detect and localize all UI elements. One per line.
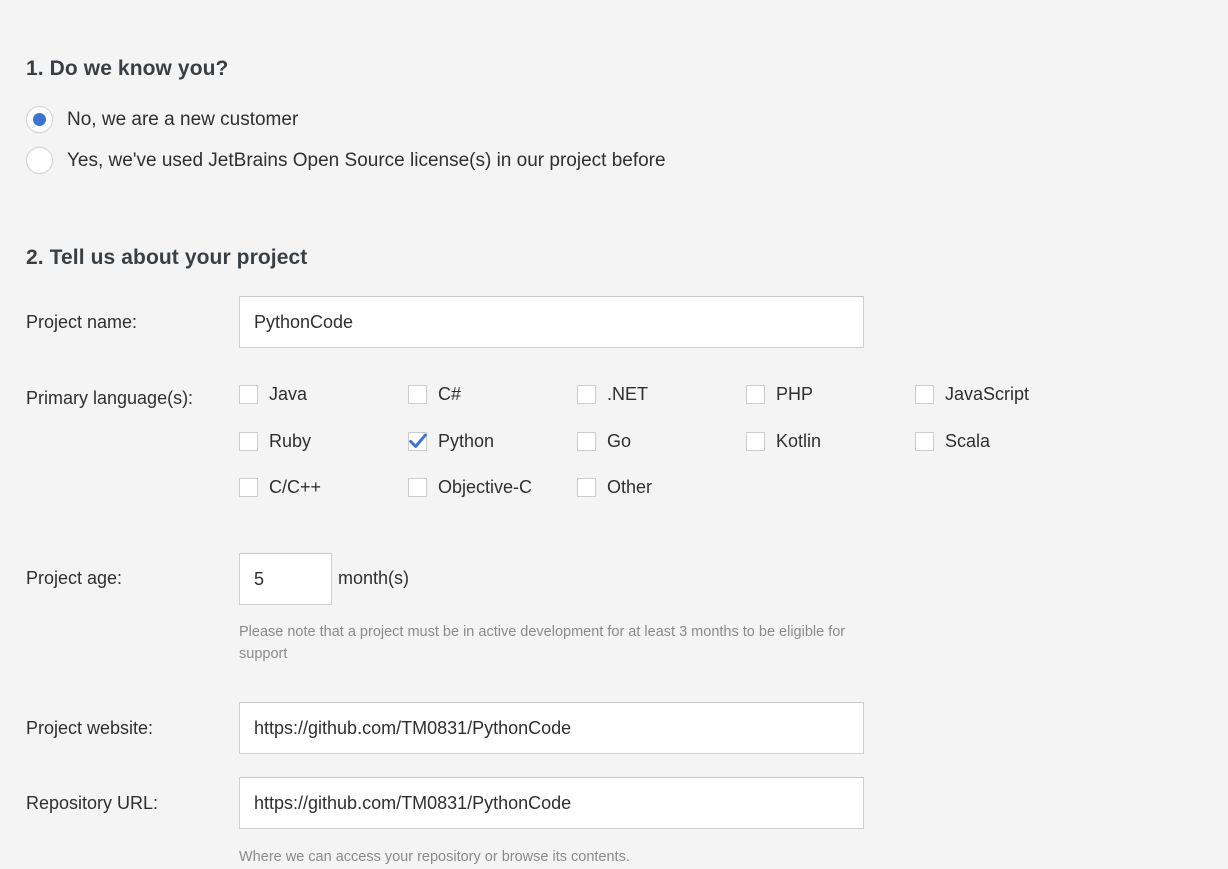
checkbox-indicator[interactable] xyxy=(746,385,765,404)
checkbox-c[interactable]: C# xyxy=(408,384,461,405)
checkbox-label: Scala xyxy=(945,431,991,451)
checkbox-indicator[interactable] xyxy=(746,432,765,451)
radio-indicator[interactable] xyxy=(26,106,53,133)
checkbox-label: Java xyxy=(269,384,308,404)
project-age-unit-label: month(s) xyxy=(338,568,410,588)
checkbox-javascript[interactable]: JavaScript xyxy=(915,384,1029,405)
checkmark-icon[interactable] xyxy=(408,432,427,451)
radio-option-label: Yes, we've used JetBrains Open Source li… xyxy=(67,149,666,171)
license-request-form: 1. Do we know you? No, we are a new cust… xyxy=(0,0,1228,869)
project-age-hint: Please note that a project must be in ac… xyxy=(239,624,846,662)
checkbox-objective-c[interactable]: Objective-C xyxy=(408,477,532,498)
checkbox-indicator[interactable] xyxy=(239,478,258,497)
section-heading-project: 2. Tell us about your project xyxy=(26,246,308,269)
label-primary-languages: Primary language(s): xyxy=(26,388,194,408)
label-project-age: Project age: xyxy=(26,568,123,588)
checkbox-label: .NET xyxy=(607,384,649,404)
checkbox-net[interactable]: .NET xyxy=(577,384,648,405)
checkbox-label: PHP xyxy=(776,384,814,404)
checkbox-label: Kotlin xyxy=(776,431,822,451)
checkbox-label: Objective-C xyxy=(438,477,533,497)
checkbox-label: C/C++ xyxy=(269,477,322,497)
checkbox-indicator[interactable] xyxy=(577,478,596,497)
label-project-name: Project name: xyxy=(26,312,138,332)
label-project-website: Project website: xyxy=(26,718,154,738)
radio-option-existing-customer[interactable]: Yes, we've used JetBrains Open Source li… xyxy=(26,147,666,174)
checkbox-php[interactable]: PHP xyxy=(746,384,813,405)
checkbox-label: JavaScript xyxy=(945,384,1030,404)
checkbox-other[interactable]: Other xyxy=(577,477,652,498)
checkbox-indicator[interactable] xyxy=(239,385,258,404)
checkbox-scala[interactable]: Scala xyxy=(915,431,990,452)
project-website-input[interactable] xyxy=(239,702,864,754)
repository-url-hint: Where we can access your repository or b… xyxy=(239,849,630,865)
checkbox-indicator[interactable] xyxy=(408,478,427,497)
checkbox-label: Other xyxy=(607,477,653,497)
checkbox-python[interactable]: Python xyxy=(408,431,494,452)
checkbox-label: C# xyxy=(438,384,462,404)
checkbox-ruby[interactable]: Ruby xyxy=(239,431,311,452)
checkbox-kotlin[interactable]: Kotlin xyxy=(746,431,821,452)
checkbox-label: Go xyxy=(607,431,632,451)
checkbox-indicator[interactable] xyxy=(577,432,596,451)
checkbox-c-c[interactable]: C/C++ xyxy=(239,477,321,498)
section-heading-know-you: 1. Do we know you? xyxy=(26,57,229,80)
checkbox-indicator[interactable] xyxy=(915,385,934,404)
checkbox-label: Python xyxy=(438,431,495,451)
radio-option-new-customer[interactable]: No, we are a new customer xyxy=(26,106,298,133)
checkbox-java[interactable]: Java xyxy=(239,384,307,405)
project-name-input[interactable] xyxy=(239,296,864,348)
label-repository-url: Repository URL: xyxy=(26,793,159,813)
checkbox-indicator[interactable] xyxy=(915,432,934,451)
radio-indicator[interactable] xyxy=(26,147,53,174)
checkbox-label: Ruby xyxy=(269,431,312,451)
checkbox-indicator[interactable] xyxy=(408,385,427,404)
checkbox-indicator[interactable] xyxy=(239,432,258,451)
project-age-input[interactable] xyxy=(239,553,332,605)
radio-option-label: No, we are a new customer xyxy=(67,108,299,130)
repository-url-input[interactable] xyxy=(239,777,864,829)
checkbox-indicator[interactable] xyxy=(577,385,596,404)
checkbox-go[interactable]: Go xyxy=(577,431,631,452)
